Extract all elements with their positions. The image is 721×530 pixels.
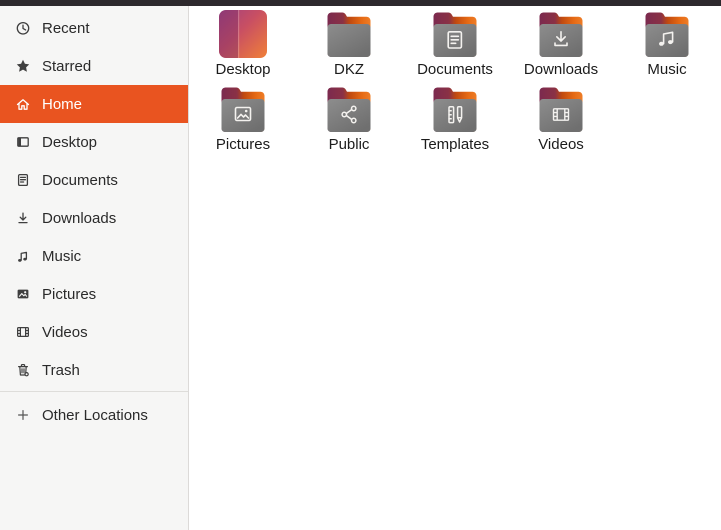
file-label: Desktop — [215, 61, 271, 78]
film-icon — [14, 324, 32, 340]
folder-desktop[interactable]: Desktop — [190, 10, 296, 77]
folder-music[interactable]: Music — [614, 10, 720, 77]
file-label: Public — [328, 136, 370, 153]
sidebar-item-recent[interactable]: Recent — [0, 9, 188, 47]
file-label: Templates — [420, 136, 490, 153]
file-label: DKZ — [334, 61, 364, 78]
sidebar-item-pictures[interactable]: Pictures — [0, 275, 188, 313]
file-label: Videos — [538, 136, 584, 153]
folder-pictures-icon — [219, 85, 267, 133]
folder-public-share-icon — [325, 85, 373, 133]
sidebar-item-music[interactable]: Music — [0, 237, 188, 275]
folder-icon — [325, 10, 373, 58]
plus-icon — [14, 407, 32, 423]
clock-icon — [14, 20, 32, 36]
sidebar-item-trash[interactable]: Trash — [0, 351, 188, 389]
sidebar-item-starred[interactable]: Starred — [0, 47, 188, 85]
folder-dkz[interactable]: DKZ — [296, 10, 402, 77]
sidebar-separator — [0, 391, 188, 392]
folder-documents-icon — [431, 10, 479, 58]
sidebar-item-desktop[interactable]: Desktop — [0, 123, 188, 161]
sidebar-item-label: Desktop — [42, 133, 98, 151]
file-label: Downloads — [523, 61, 599, 78]
sidebar-item-label: Downloads — [42, 209, 117, 227]
folder-downloads[interactable]: Downloads — [508, 10, 614, 77]
trash-icon — [14, 362, 32, 378]
file-grid: Desktop DKZ Documents Downloads Music Pi… — [190, 6, 721, 530]
home-icon — [14, 96, 32, 112]
folder-templates[interactable]: Templates — [402, 85, 508, 152]
star-icon — [14, 58, 32, 74]
music-note-icon — [14, 248, 32, 264]
sidebar-item-label: Starred — [42, 57, 92, 75]
sidebar-item-other-locations[interactable]: Other Locations — [0, 396, 188, 434]
folder-public[interactable]: Public — [296, 85, 402, 152]
sidebar-item-videos[interactable]: Videos — [0, 313, 188, 351]
folder-music-icon — [643, 10, 691, 58]
file-label: Music — [647, 61, 687, 78]
download-icon — [14, 210, 32, 226]
document-icon — [14, 172, 32, 188]
desktop-gradient-tile-icon — [219, 10, 267, 58]
sidebar-item-label: Music — [42, 247, 82, 265]
folder-downloads-icon — [537, 10, 585, 58]
sidebar-item-label: Videos — [42, 323, 88, 341]
sidebar-item-label: Home — [42, 95, 83, 113]
folder-pictures[interactable]: Pictures — [190, 85, 296, 152]
folder-videos-icon — [537, 85, 585, 133]
file-label: Documents — [417, 61, 493, 78]
folder-templates-icon — [431, 85, 479, 133]
sidebar-item-label: Recent — [42, 19, 90, 37]
sidebar-item-label: Pictures — [42, 285, 97, 303]
sidebar-item-label: Other Locations — [42, 406, 148, 424]
places-sidebar: Recent Starred Home Desktop Documents Do… — [0, 6, 189, 530]
folder-documents[interactable]: Documents — [402, 10, 508, 77]
sidebar-item-label: Documents — [42, 171, 118, 189]
desktop-icon — [14, 134, 32, 150]
sidebar-item-label: Trash — [42, 361, 80, 379]
file-label: Pictures — [215, 136, 271, 153]
folder-videos[interactable]: Videos — [508, 85, 614, 152]
picture-icon — [14, 286, 32, 302]
sidebar-item-home[interactable]: Home — [0, 85, 188, 123]
sidebar-item-documents[interactable]: Documents — [0, 161, 188, 199]
sidebar-item-downloads[interactable]: Downloads — [0, 199, 188, 237]
